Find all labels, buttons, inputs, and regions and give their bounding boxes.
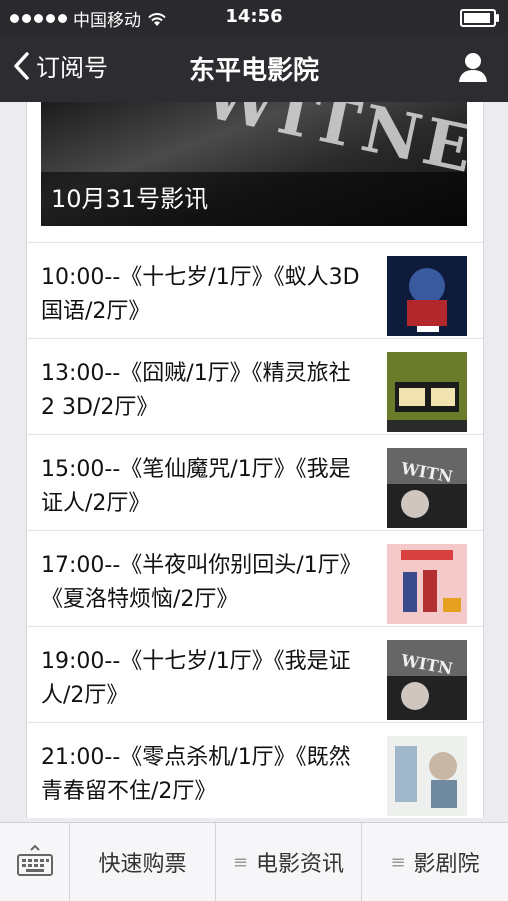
page-title: 东平电影院 [188,56,319,86]
tab-movie-news[interactable]: ≡ 电影资讯 [216,823,362,901]
tab-theater[interactable]: ≡ 影剧院 [362,823,508,901]
tab-movie-news-label: 电影资讯 [256,852,345,877]
schedule-text: 10:00--《十七岁/1厅》《蚁人3D国语/2厅》 [41,265,360,324]
ant-man-poster-icon [387,256,467,336]
schedule-row[interactable]: 15:00--《笔仙魔咒/1厅》《我是证人/2厅》 WITN [27,434,483,531]
youth-poster-icon [387,736,467,816]
schedule-row[interactable]: 21:00--《零点杀机/1厅》《既然青春留不住/2厅》 [27,722,483,818]
status-bar: 中国移动 14:56 [0,0,508,34]
comedy-poster-icon [387,352,467,432]
keyboard-toggle-button[interactable] [0,823,70,901]
schedule-row[interactable]: 13:00--《囧贼/1厅》《精灵旅社2 3D/2厅》 [27,338,483,435]
tab-quick-ticket-label: 快速购票 [98,852,187,877]
keyboard-icon [16,845,53,876]
schedule-text: 17:00--《半夜叫你别回头/1厅》《夏洛特烦恼/2厅》 [41,553,351,612]
schedule-text: 15:00--《笔仙魔咒/1厅》《我是证人/2厅》 [41,457,351,516]
schedule-text: 21:00--《零点杀机/1厅》《既然青春留不住/2厅》 [41,745,351,804]
article-content[interactable]: WITNESS 10月31号影讯 10:00--《十七岁/1厅》《蚁人3D国语/… [26,102,484,818]
schedule-row[interactable]: 17:00--《半夜叫你别回头/1厅》《夏洛特烦恼/2厅》 [27,530,483,627]
bottom-menu-bar: 快速购票 ≡ 电影资讯 ≡ 影剧院 [0,822,508,901]
witness-poster-icon: WITN [387,640,467,720]
tab-theater-label: 影剧院 [413,852,480,877]
schedule-row[interactable]: 10:00--《十七岁/1厅》《蚁人3D国语/2厅》 [27,242,483,339]
battery-icon [460,9,499,27]
witness-poster-icon: WITN [387,448,467,528]
schedule-row[interactable]: 19:00--《十七岁/1厅》《我是证人/2厅》 WITN [27,626,483,723]
nav-bar: 订阅号 东平电影院 [0,34,508,102]
schedule-text: 13:00--《囧贼/1厅》《精灵旅社2 3D/2厅》 [41,361,351,420]
banner-caption: 10月31号影讯 [41,172,467,226]
schedule-text: 19:00--《十七岁/1厅》《我是证人/2厅》 [41,649,351,708]
menu-icon: ≡ [232,851,249,873]
tab-quick-ticket[interactable]: 快速购票 [70,823,216,901]
banner-image[interactable]: WITNESS 10月31号影讯 [41,102,467,226]
profile-icon[interactable] [456,50,490,84]
menu-icon: ≡ [390,851,406,873]
clock: 14:56 [225,6,283,27]
charlotte-poster-icon [387,544,467,624]
